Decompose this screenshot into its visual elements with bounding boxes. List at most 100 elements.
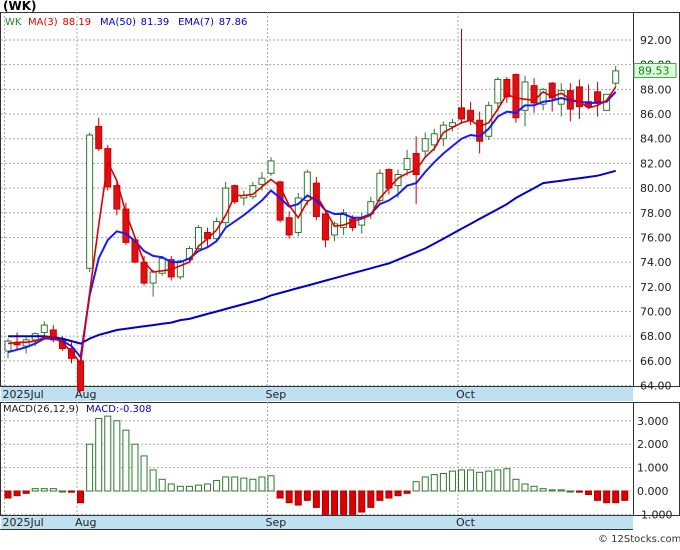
macd-bar: [494, 469, 502, 492]
date-label-macd: Aug: [75, 516, 96, 529]
macd-bar: [358, 490, 366, 513]
macd-bar: [485, 470, 493, 492]
macd-bar: [621, 490, 629, 501]
date-label-macd: Sep: [265, 516, 286, 529]
candle-body: [403, 157, 411, 171]
macd-bar: [412, 481, 420, 492]
macd-bar: [86, 443, 94, 492]
price-tick-label: 72.00: [640, 281, 672, 294]
macd-bar: [603, 490, 611, 504]
macd-bar: [167, 483, 175, 492]
macd-bar: [104, 415, 112, 492]
macd-bar: [222, 476, 230, 492]
macd-bar: [258, 476, 266, 492]
macd-tick-label: 3.000: [637, 415, 669, 428]
chart-svg: 92.0090.0088.0086.0084.0082.0080.0078.00…: [0, 0, 680, 545]
price-tick-label: 68.00: [640, 330, 672, 343]
macd-bar: [448, 470, 456, 492]
macd-bar: [58, 490, 66, 493]
macd-bar: [113, 420, 121, 492]
macd-panel: [0, 402, 680, 516]
legend-value: 81.39: [141, 17, 170, 28]
copyright: © 12Stocks.com: [598, 534, 680, 545]
last-price-value: 89.53: [638, 64, 670, 77]
macd-tick-label: -1.000: [637, 508, 672, 521]
legend-value: 88.19: [63, 17, 92, 28]
candle-body: [258, 177, 266, 185]
macd-bar: [67, 490, 75, 493]
macd-bar: [512, 478, 520, 492]
legend-label: EMA(7): [178, 17, 214, 28]
candle-body: [40, 324, 48, 333]
macd-bar: [77, 490, 85, 504]
macd-bar: [476, 471, 484, 492]
candle-body: [267, 160, 275, 174]
candle-body: [467, 109, 475, 121]
price-tick-label: 88.00: [640, 83, 672, 96]
macd-bar: [548, 489, 556, 492]
macd-bar: [131, 443, 139, 492]
macd-bar: [439, 472, 447, 492]
macd-bar: [22, 490, 30, 494]
candle-body: [149, 271, 157, 284]
price-tick-label: 64.00: [640, 380, 672, 393]
macd-bar: [539, 488, 547, 492]
macd-bar: [13, 490, 21, 497]
price-tick-label: 70.00: [640, 305, 672, 318]
macd-bar: [349, 490, 357, 515]
macd-bar: [285, 490, 293, 504]
candle-body: [321, 213, 329, 241]
macd-bar: [158, 478, 166, 492]
macd-bar: [267, 475, 275, 492]
price-tick-label: 82.00: [640, 157, 672, 170]
macd-bar: [31, 488, 39, 492]
macd-bar: [312, 490, 320, 508]
macd-tick-label: 0.000: [637, 485, 669, 498]
macd-bar: [521, 483, 529, 492]
macd-bar: [176, 485, 184, 492]
candle-body: [285, 217, 293, 236]
candle-body: [494, 78, 502, 104]
macd-bar: [458, 469, 465, 492]
macd-bar: [385, 490, 393, 499]
macd-bar: [566, 490, 574, 493]
candle-body: [430, 133, 438, 146]
price-tick-label: 66.00: [640, 355, 672, 368]
candle-body: [86, 134, 94, 269]
candle-body: [176, 260, 184, 278]
macd-bar: [213, 479, 221, 492]
macd-bar: [584, 490, 592, 496]
macd-bar: [530, 485, 538, 492]
macd-bar: [4, 490, 12, 499]
candle-body: [77, 360, 85, 391]
stock-chart: 92.0090.0088.0086.0084.0082.0080.0078.00…: [0, 0, 680, 546]
macd-bar: [140, 455, 148, 492]
macd-bar: [367, 490, 375, 508]
macd-bar: [331, 490, 339, 515]
macd-bar: [95, 417, 103, 492]
ticker-label: WK: [5, 17, 22, 28]
macd-bar: [249, 478, 257, 492]
macd-bar: [149, 469, 157, 492]
chart-title: (WK): [3, 0, 37, 13]
macd-bar: [303, 490, 311, 501]
macd-bar: [49, 488, 57, 492]
macd-bar: [376, 490, 384, 501]
candle-body: [476, 119, 484, 142]
date-label-macd: Oct: [456, 516, 476, 529]
macd-bar: [340, 490, 348, 515]
legend-label: MA(3): [28, 17, 58, 28]
price-tick-label: 80.00: [640, 182, 672, 195]
candle-body: [95, 125, 103, 150]
price-tick-label: 92.00: [640, 34, 672, 47]
date-label: Sep: [265, 388, 286, 401]
macd-bar: [276, 490, 284, 499]
macd-bar: [394, 490, 402, 497]
macd-bar: [231, 476, 239, 492]
macd-label: MACD(26,12,9): [3, 404, 79, 415]
candle-body: [612, 70, 620, 84]
price-tick-label: 86.00: [640, 108, 672, 121]
macd-bar: [594, 490, 602, 501]
macd-bar: [430, 474, 438, 492]
macd-bar: [204, 483, 212, 492]
